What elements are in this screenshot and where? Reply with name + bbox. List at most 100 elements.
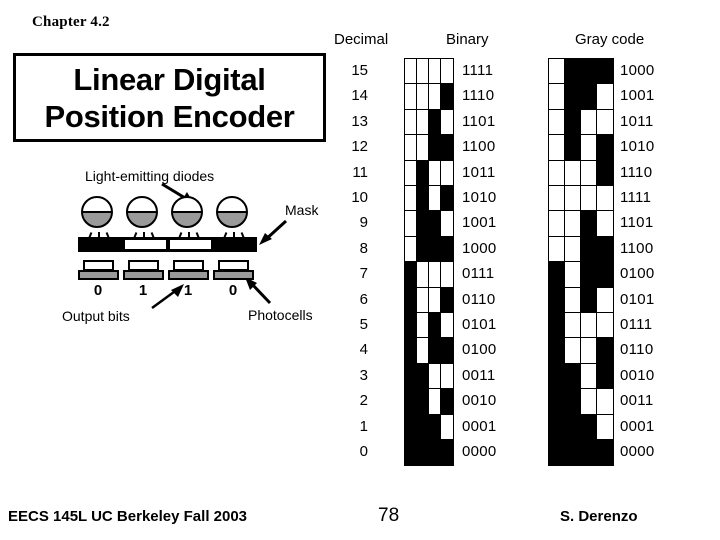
binary-value: 1111 [462,62,494,79]
binary-value: 1001 [462,214,497,232]
pattern-cell [405,236,417,263]
pattern-cell [549,414,565,440]
pattern-cell [565,287,581,313]
pattern-cell [441,135,453,161]
decimal-value: 11 [352,163,368,181]
gray-value: 0010 [620,366,655,384]
mask-window-3 [169,239,212,250]
pattern-cell [441,414,453,440]
pattern-cell [565,211,581,237]
decimal-value: 14 [351,87,368,105]
pattern-cell [581,84,597,110]
pattern-cell [405,363,417,390]
pattern-cell [405,262,417,288]
pattern-cell [581,313,597,339]
pattern-cell [417,262,429,288]
gray-value: 1000 [620,62,655,79]
pattern-cell [549,363,565,390]
pattern-cell [429,287,441,313]
title-line-1: Linear Digital [73,61,266,97]
pattern-cell [429,363,441,390]
pattern-cell [565,363,581,390]
led-bulb-icon [171,196,203,228]
binary-value: 0100 [462,341,497,359]
pattern-cell [441,262,453,288]
pattern-cell [581,287,597,313]
photocells-label: Photocells [248,307,313,323]
pattern-cell [405,160,417,186]
pattern-cell [417,160,429,186]
pattern-cell [429,440,441,466]
pattern-cell [597,440,613,466]
photocell-2 [123,260,164,280]
pattern-cell [597,211,613,237]
decimal-value: 4 [359,341,368,359]
binary-value: 0000 [462,443,497,460]
pattern-cell [549,59,565,85]
pattern-cell [417,186,429,212]
pattern-cell [405,389,417,415]
pattern-cell [417,135,429,161]
pattern-cell [405,287,417,313]
decimal-value: 2 [359,392,368,410]
pattern-cell [565,109,581,136]
pattern-cell [441,109,453,136]
pattern-cell [441,186,453,212]
pattern-cell [441,236,453,263]
gray-value: 1100 [620,239,654,257]
pattern-cell [549,338,565,364]
binary-value: 1110 [462,87,495,105]
pattern-cell [429,109,441,136]
pattern-cell [405,186,417,212]
pattern-cell [565,389,581,415]
gray-value: 0001 [620,417,655,435]
pattern-cell [565,414,581,440]
pattern-cell [581,414,597,440]
binary-value: 1101 [462,112,496,130]
pattern-cell [417,84,429,110]
pattern-cell [581,135,597,161]
pattern-cell [405,414,417,440]
gray-value: 1111 [620,189,652,206]
photocell-body [78,270,119,280]
pattern-cell [549,313,565,339]
gray-value: 0011 [620,392,654,410]
pattern-cell [417,59,429,85]
pattern-cell [405,84,417,110]
binary-value: 1010 [462,189,497,206]
binary-value: 0011 [462,366,496,384]
pattern-cell [581,440,597,466]
pattern-cell [597,135,613,161]
pattern-cell [405,211,417,237]
output-bit-4: 0 [228,282,238,299]
pattern-cell [429,338,441,364]
chapter-label: Chapter 4.2 [32,14,110,30]
encoder-diagram: Light-emitting diodes Mask Photocells Ou… [0,160,340,340]
binary-value: 0001 [462,417,497,435]
photocell-body [168,270,209,280]
pattern-cell [549,287,565,313]
pattern-cell [549,262,565,288]
pattern-cell [429,186,441,212]
pattern-cell [441,389,453,415]
led-bulb-icon [126,196,158,228]
pattern-cell [441,313,453,339]
pattern-cell [405,338,417,364]
pattern-cell [429,160,441,186]
decimal-value: 9 [359,214,368,232]
gray-value: 0000 [620,443,655,460]
pattern-cell [597,160,613,186]
binary-value: 1011 [462,163,496,181]
decimal-value: 10 [351,189,368,206]
pattern-cell [581,59,597,85]
pattern-cell [565,59,581,85]
pattern-cell [597,262,613,288]
pattern-cell [565,440,581,466]
footer-page-number: 78 [378,505,400,526]
pattern-cell [597,109,613,136]
pattern-cell [549,186,565,212]
title-line-2: Position Encoder [44,98,295,134]
gray-value: 1110 [620,163,653,181]
pattern-cell [405,135,417,161]
pattern-cell [405,440,417,466]
